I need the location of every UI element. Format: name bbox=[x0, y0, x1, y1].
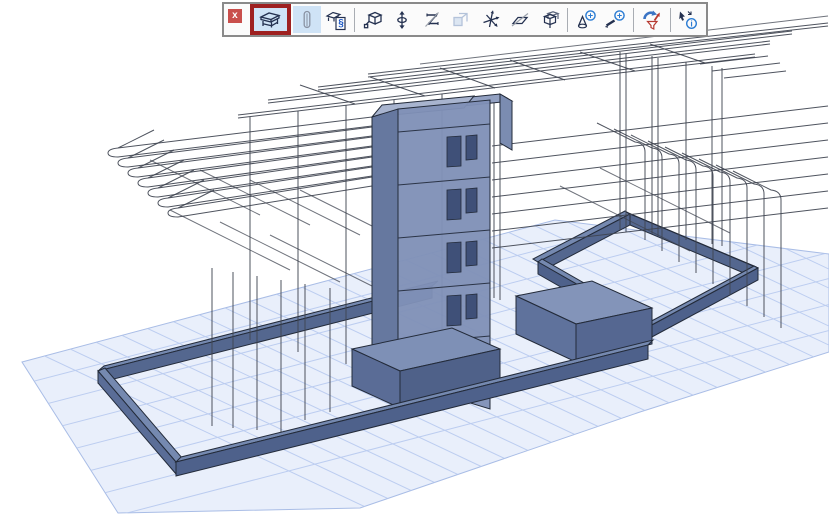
zoom-in-line-tool-button[interactable]: + bbox=[602, 6, 629, 33]
rotate-tool-button[interactable] bbox=[477, 6, 504, 33]
copy-properties-tool-button[interactable]: § bbox=[323, 6, 350, 33]
toolbar-separator bbox=[354, 8, 355, 32]
svg-text:+: + bbox=[617, 10, 622, 20]
mirror-parallelogram-icon bbox=[509, 9, 531, 31]
cursor-info-icon: i bbox=[676, 9, 700, 31]
app-window: { "toolbar": { "close_glyph": "x", "butt… bbox=[0, 0, 829, 519]
viewport-3d[interactable] bbox=[0, 0, 829, 519]
column-pill-icon bbox=[296, 9, 318, 31]
toolbar-separator bbox=[670, 8, 671, 32]
toolbar-separator bbox=[567, 8, 568, 32]
svg-text:+: + bbox=[588, 10, 593, 20]
svg-text:i: i bbox=[691, 18, 693, 28]
bench-copy-section-icon: § bbox=[325, 9, 347, 31]
edit-members-tool-button[interactable] bbox=[250, 4, 291, 35]
offset-boxes-icon bbox=[450, 9, 472, 31]
drag-tool-button[interactable] bbox=[359, 6, 386, 33]
section-sign: § bbox=[338, 18, 344, 29]
toolbar-separator bbox=[633, 8, 634, 32]
zoom-in-cone-tool-button[interactable]: + bbox=[572, 6, 599, 33]
element-info-tool-button[interactable]: i bbox=[675, 6, 702, 33]
model-scene bbox=[0, 0, 829, 519]
drag-copy-box-icon bbox=[539, 9, 561, 31]
drag-copy-tool-button[interactable] bbox=[536, 6, 563, 33]
filter-arrows-icon bbox=[640, 9, 664, 31]
bench-icon bbox=[258, 9, 282, 31]
floating-toolbar[interactable]: x § bbox=[222, 2, 708, 37]
filter-elements-tool-button[interactable] bbox=[638, 6, 665, 33]
offset-tool-button bbox=[447, 6, 474, 33]
cone-plus-icon: + bbox=[574, 9, 598, 31]
drag-box-icon bbox=[362, 9, 384, 31]
stretch-tool-button[interactable] bbox=[418, 6, 445, 33]
vertical-member-tool-button[interactable] bbox=[293, 6, 320, 33]
mirror-tool-button[interactable] bbox=[506, 6, 533, 33]
close-button[interactable]: x bbox=[228, 9, 242, 23]
elevate-arrows-icon bbox=[391, 9, 413, 31]
stretch-profile-icon bbox=[421, 9, 443, 31]
elevate-tool-button[interactable] bbox=[388, 6, 415, 33]
floor-plates-stack[interactable] bbox=[108, 117, 372, 217]
line-plus-icon: + bbox=[603, 9, 627, 31]
rotate-axes-icon bbox=[480, 9, 502, 31]
